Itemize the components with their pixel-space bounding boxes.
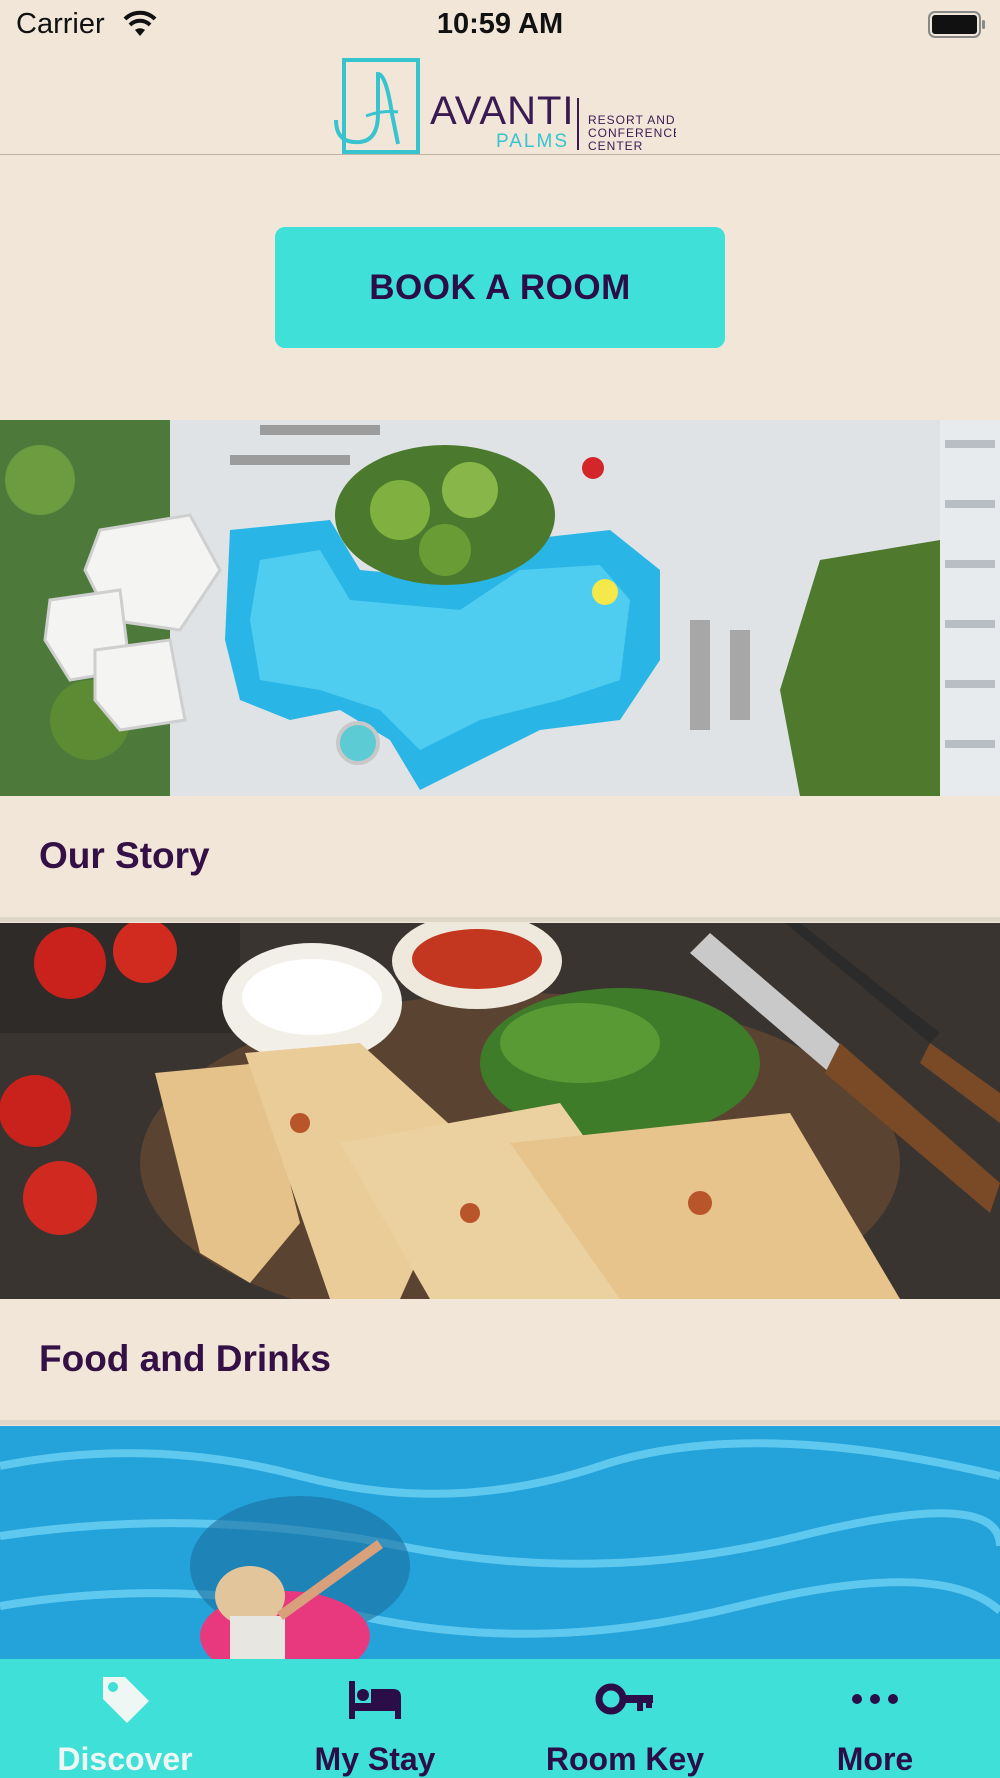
tag-icon <box>103 1677 149 1723</box>
tab-discover[interactable]: Discover <box>0 1659 250 1778</box>
card-food-and-drinks[interactable]: Food and Drinks <box>0 923 1000 1426</box>
card-title-food-and-drinks: Food and Drinks <box>39 1338 331 1379</box>
tab-label-discover: Discover <box>57 1741 193 1777</box>
avanti-palms-logo: AVANTI PALMS RESORT AND CONFERENCE CENTE… <box>334 58 676 154</box>
card-title-our-story: Our Story <box>39 835 210 876</box>
card-our-story[interactable]: Our Story <box>0 420 1000 925</box>
bed-icon <box>349 1681 401 1719</box>
key-icon <box>595 1683 653 1715</box>
app-header: AVANTI PALMS RESORT AND CONFERENCE CENTE… <box>0 50 1000 155</box>
tab-label-more: More <box>836 1741 914 1777</box>
more-dots-icon <box>852 1694 898 1704</box>
quesadilla-image <box>0 923 1000 1299</box>
status-bar: Carrier 10:59 AM <box>0 0 1000 50</box>
tab-label-my-stay: My Stay <box>314 1741 436 1777</box>
tab-bar: Discover My Stay Room Key More <box>0 1659 1000 1778</box>
card-divider <box>0 1420 1000 1425</box>
brand-name: AVANTI <box>430 89 575 133</box>
book-room-button[interactable]: BOOK A ROOM <box>275 227 725 348</box>
aerial-pool-image <box>0 420 1000 796</box>
tab-more[interactable]: More <box>750 1659 1000 1778</box>
status-time: 10:59 AM <box>436 8 564 40</box>
brand-tag-2: CONFERENCE <box>588 126 676 140</box>
tab-label-room-key: Room Key <box>545 1741 705 1777</box>
card-pool[interactable] <box>0 1426 1000 1659</box>
pool-float-image <box>0 1426 1000 1659</box>
card-divider <box>0 917 1000 922</box>
brand-sub: PALMS <box>496 131 569 152</box>
tab-my-stay[interactable]: My Stay <box>250 1659 500 1778</box>
tab-room-key[interactable]: Room Key <box>500 1659 750 1778</box>
brand-tag-1: RESORT AND <box>588 113 676 127</box>
battery-icon <box>928 11 985 38</box>
brand-tag-3: CENTER <box>588 139 643 153</box>
